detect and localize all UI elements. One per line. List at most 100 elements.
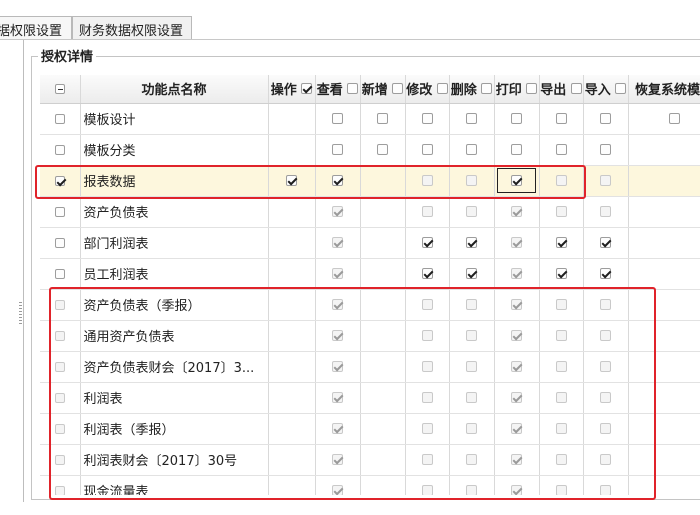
- permission-cell[interactable]: [405, 351, 450, 383]
- permission-cell[interactable]: [539, 258, 584, 290]
- permission-cell[interactable]: [315, 165, 361, 197]
- permission-checkbox[interactable]: [377, 144, 388, 155]
- permission-checkbox[interactable]: [466, 454, 477, 465]
- permission-cell[interactable]: [449, 227, 495, 259]
- permission-cell[interactable]: [583, 444, 629, 476]
- permission-checkbox[interactable]: [466, 175, 477, 186]
- permission-checkbox[interactable]: [332, 330, 343, 341]
- permission-cell[interactable]: [583, 165, 629, 197]
- permission-cell[interactable]: [405, 444, 450, 476]
- permission-checkbox[interactable]: [421, 113, 433, 124]
- permission-checkbox[interactable]: [421, 330, 433, 341]
- permission-cell[interactable]: [405, 320, 450, 352]
- permission-checkbox[interactable]: [421, 454, 433, 465]
- permission-cell[interactable]: [405, 196, 450, 228]
- permission-checkbox[interactable]: [555, 485, 567, 495]
- table-row[interactable]: 员工利润表: [40, 258, 700, 290]
- permission-cell[interactable]: [494, 475, 540, 495]
- permission-cell[interactable]: [583, 258, 629, 290]
- permission-cell[interactable]: [628, 103, 700, 135]
- table-row[interactable]: 资产负债表: [40, 196, 700, 228]
- permission-cell[interactable]: [539, 196, 584, 228]
- permission-checkbox[interactable]: [600, 392, 611, 403]
- permission-cell[interactable]: [268, 165, 316, 197]
- permission-cell[interactable]: [494, 227, 540, 259]
- row-select-cell[interactable]: [40, 196, 81, 228]
- header-select-all[interactable]: [40, 75, 81, 104]
- permission-checkbox[interactable]: [511, 454, 522, 465]
- permission-cell[interactable]: [494, 258, 540, 290]
- permission-cell[interactable]: [539, 103, 584, 135]
- permission-cell[interactable]: [405, 382, 450, 414]
- permission-cell[interactable]: [494, 382, 540, 414]
- permission-cell[interactable]: [315, 351, 361, 383]
- row-select-checkbox[interactable]: [54, 113, 65, 124]
- permission-checkbox[interactable]: [600, 454, 611, 465]
- table-row[interactable]: 模板分类: [40, 134, 700, 166]
- permission-cell[interactable]: [405, 258, 450, 290]
- permission-checkbox[interactable]: [600, 175, 611, 186]
- row-select-checkbox[interactable]: [54, 144, 65, 155]
- permission-checkbox[interactable]: [332, 206, 343, 217]
- permission-checkbox[interactable]: [421, 268, 433, 279]
- permission-cell[interactable]: [539, 134, 584, 166]
- permission-checkbox[interactable]: [421, 423, 433, 434]
- row-select-cell[interactable]: [40, 413, 81, 445]
- row-select-cell[interactable]: [40, 320, 81, 352]
- splitter-grip-icon[interactable]: [19, 302, 22, 324]
- permission-checkbox[interactable]: [466, 113, 477, 124]
- permission-checkbox[interactable]: [421, 175, 433, 186]
- permission-checkbox[interactable]: [511, 175, 522, 186]
- table-row[interactable]: 模板设计: [40, 103, 700, 135]
- permission-checkbox[interactable]: [332, 299, 343, 310]
- permission-cell[interactable]: [449, 413, 495, 445]
- permission-checkbox[interactable]: [600, 113, 611, 124]
- row-select-cell[interactable]: [40, 382, 81, 414]
- permission-checkbox[interactable]: [466, 361, 477, 372]
- permission-checkbox[interactable]: [600, 299, 611, 310]
- permission-cell[interactable]: [315, 444, 361, 476]
- permission-checkbox[interactable]: [555, 113, 567, 124]
- permission-cell[interactable]: [539, 320, 584, 352]
- permission-checkbox[interactable]: [332, 485, 343, 495]
- header-import-checkbox[interactable]: [615, 83, 627, 95]
- header-operate-checkbox[interactable]: [301, 83, 313, 95]
- row-select-cell[interactable]: [40, 134, 81, 166]
- select-all-checkbox[interactable]: [54, 83, 65, 94]
- permission-checkbox[interactable]: [555, 454, 567, 465]
- permission-cell[interactable]: [449, 134, 495, 166]
- permission-checkbox[interactable]: [466, 144, 477, 155]
- table-row[interactable]: 部门利润表: [40, 227, 700, 259]
- permission-checkbox[interactable]: [511, 485, 522, 495]
- permission-checkbox[interactable]: [555, 206, 567, 217]
- permission-checkbox[interactable]: [421, 206, 433, 217]
- permission-cell[interactable]: [449, 475, 495, 495]
- permission-checkbox[interactable]: [421, 392, 433, 403]
- permission-checkbox[interactable]: [377, 113, 388, 124]
- permission-cell[interactable]: [449, 289, 495, 321]
- permission-checkbox[interactable]: [466, 237, 477, 248]
- row-select-checkbox[interactable]: [54, 237, 65, 248]
- permission-checkbox[interactable]: [511, 423, 522, 434]
- permission-checkbox[interactable]: [421, 144, 433, 155]
- permission-checkbox[interactable]: [555, 392, 567, 403]
- permission-checkbox[interactable]: [421, 361, 433, 372]
- permission-cell[interactable]: [315, 258, 361, 290]
- permission-cell[interactable]: [539, 289, 584, 321]
- permission-cell[interactable]: [449, 320, 495, 352]
- row-select-cell[interactable]: [40, 289, 81, 321]
- permission-cell[interactable]: [583, 351, 629, 383]
- row-select-checkbox[interactable]: [54, 175, 65, 186]
- permission-checkbox[interactable]: [511, 392, 522, 403]
- header-view-checkbox[interactable]: [347, 83, 359, 95]
- permission-cell[interactable]: [315, 289, 361, 321]
- permission-cell[interactable]: [315, 103, 361, 135]
- permission-cell[interactable]: [583, 103, 629, 135]
- permission-cell[interactable]: [315, 320, 361, 352]
- permission-checkbox[interactable]: [332, 392, 343, 403]
- table-row[interactable]: 利润表（季报）: [40, 413, 700, 445]
- permission-cell[interactable]: [583, 320, 629, 352]
- tab-finance-data-permission[interactable]: 财务数据权限设置: [72, 16, 192, 40]
- permission-cell[interactable]: [494, 351, 540, 383]
- permission-checkbox[interactable]: [600, 144, 611, 155]
